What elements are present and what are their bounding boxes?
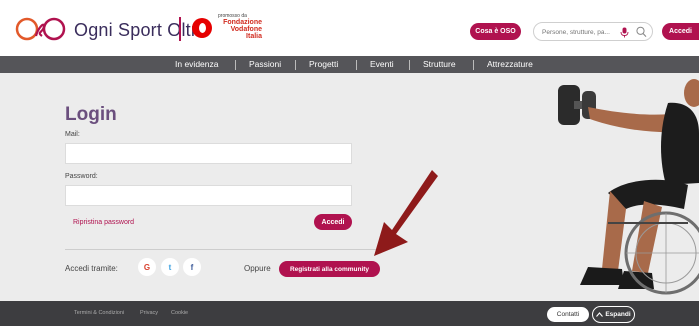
site-footer: Termini & Condizioni Privacy Cookie Cont…: [0, 301, 699, 326]
mail-label: Mail:: [65, 131, 80, 138]
facebook-login-icon[interactable]: f: [183, 258, 201, 276]
nav-item-passioni[interactable]: Passioni: [249, 56, 281, 73]
expand-label: Espandi: [605, 311, 631, 318]
login-button-header[interactable]: Accedi: [662, 23, 699, 40]
privacy-link[interactable]: Privacy: [140, 310, 158, 316]
nav-item-strutture[interactable]: Strutture: [423, 56, 456, 73]
section-divider: [65, 249, 380, 250]
microphone-icon[interactable]: [620, 27, 629, 38]
twitter-login-icon[interactable]: t: [161, 258, 179, 276]
cookie-link[interactable]: Cookie: [171, 310, 188, 316]
search-box: [533, 22, 653, 41]
password-input[interactable]: [65, 185, 352, 206]
login-submit-button[interactable]: Accedi: [314, 214, 352, 230]
nav-item-eventi[interactable]: Eventi: [370, 56, 394, 73]
chevron-up-icon: [596, 312, 604, 317]
nav-separator: [473, 60, 474, 70]
brand-name[interactable]: Ogni Sport Oltre: [74, 20, 207, 41]
nav-separator: [409, 60, 410, 70]
search-input[interactable]: [542, 26, 616, 38]
nav-item-attrezzature[interactable]: Attrezzature: [487, 56, 533, 73]
oso-logo-icon[interactable]: [14, 14, 66, 44]
contacts-button[interactable]: Contatti: [547, 307, 589, 322]
athlete-photo: [558, 79, 699, 295]
site-header: Ogni Sport Oltre promosso da Fondazione …: [0, 0, 699, 56]
register-button[interactable]: Registrati alla community: [279, 261, 380, 277]
search-icon[interactable]: [636, 26, 647, 38]
arrow-icon: [374, 170, 438, 256]
mail-input[interactable]: [65, 143, 352, 164]
nav-separator: [295, 60, 296, 70]
or-label: Oppure: [244, 264, 271, 273]
reset-password-link[interactable]: Ripristina password: [73, 219, 134, 226]
password-label: Password:: [65, 173, 98, 180]
foundation-name: Fondazione Vodafone Italia: [223, 19, 262, 40]
nav-item-progetti[interactable]: Progetti: [309, 56, 338, 73]
terms-link[interactable]: Termini & Condizioni: [74, 310, 124, 316]
login-section: Login Mail: Password: Ripristina passwor…: [0, 73, 699, 301]
expand-button[interactable]: Espandi: [592, 306, 635, 323]
main-navigation: In evidenza Passioni Progetti Eventi Str…: [0, 56, 699, 73]
google-login-icon[interactable]: G: [138, 258, 156, 276]
nav-item-in-evidenza[interactable]: In evidenza: [175, 56, 218, 73]
page-title: Login: [65, 104, 117, 125]
nav-separator: [356, 60, 357, 70]
about-oso-button[interactable]: Cosa è OSO: [470, 23, 521, 40]
header-divider: [179, 17, 181, 41]
vodafone-logo-icon: [192, 18, 212, 38]
social-login-label: Accedi tramite:: [65, 264, 118, 273]
nav-separator: [235, 60, 236, 70]
